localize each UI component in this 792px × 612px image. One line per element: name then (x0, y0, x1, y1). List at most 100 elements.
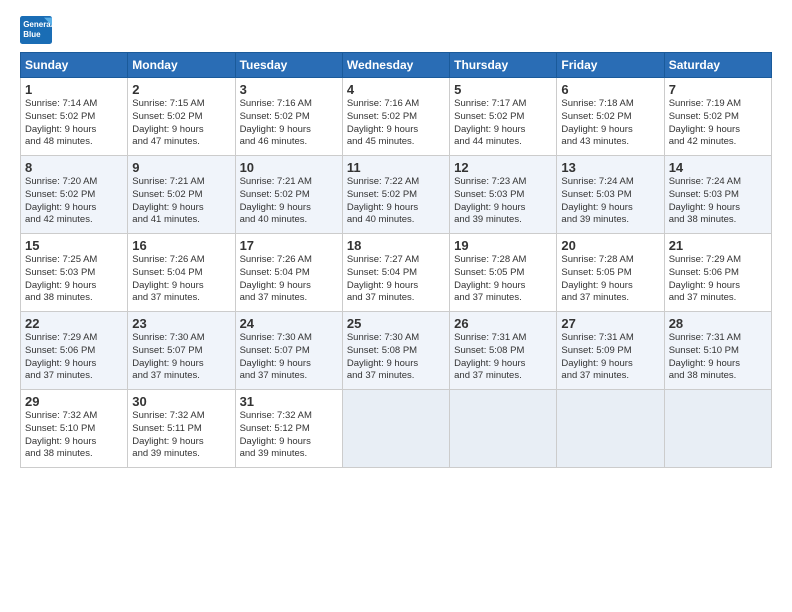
calendar-cell: 12Sunrise: 7:23 AM Sunset: 5:03 PM Dayli… (450, 156, 557, 234)
cell-data: Sunrise: 7:31 AM Sunset: 5:09 PM Dayligh… (561, 332, 659, 383)
calendar-week-row: 1Sunrise: 7:14 AM Sunset: 5:02 PM Daylig… (21, 78, 772, 156)
calendar-cell: 23Sunrise: 7:30 AM Sunset: 5:07 PM Dayli… (128, 312, 235, 390)
calendar-cell: 18Sunrise: 7:27 AM Sunset: 5:04 PM Dayli… (342, 234, 449, 312)
day-number: 18 (347, 238, 445, 253)
day-number: 9 (132, 160, 230, 175)
header-cell-friday: Friday (557, 53, 664, 78)
header-cell-thursday: Thursday (450, 53, 557, 78)
cell-data: Sunrise: 7:23 AM Sunset: 5:03 PM Dayligh… (454, 176, 552, 227)
calendar-cell: 24Sunrise: 7:30 AM Sunset: 5:07 PM Dayli… (235, 312, 342, 390)
cell-data: Sunrise: 7:16 AM Sunset: 5:02 PM Dayligh… (240, 98, 338, 149)
cell-data: Sunrise: 7:20 AM Sunset: 5:02 PM Dayligh… (25, 176, 123, 227)
calendar-cell: 29Sunrise: 7:32 AM Sunset: 5:10 PM Dayli… (21, 390, 128, 468)
calendar-cell: 31Sunrise: 7:32 AM Sunset: 5:12 PM Dayli… (235, 390, 342, 468)
calendar-cell: 19Sunrise: 7:28 AM Sunset: 5:05 PM Dayli… (450, 234, 557, 312)
day-number: 6 (561, 82, 659, 97)
calendar-table: SundayMondayTuesdayWednesdayThursdayFrid… (20, 52, 772, 468)
day-number: 28 (669, 316, 767, 331)
cell-data: Sunrise: 7:24 AM Sunset: 5:03 PM Dayligh… (561, 176, 659, 227)
cell-data: Sunrise: 7:17 AM Sunset: 5:02 PM Dayligh… (454, 98, 552, 149)
day-number: 5 (454, 82, 552, 97)
calendar-cell: 25Sunrise: 7:30 AM Sunset: 5:08 PM Dayli… (342, 312, 449, 390)
cell-data: Sunrise: 7:28 AM Sunset: 5:05 PM Dayligh… (561, 254, 659, 305)
calendar-cell: 26Sunrise: 7:31 AM Sunset: 5:08 PM Dayli… (450, 312, 557, 390)
svg-text:General: General (23, 20, 52, 29)
calendar-cell: 30Sunrise: 7:32 AM Sunset: 5:11 PM Dayli… (128, 390, 235, 468)
day-number: 13 (561, 160, 659, 175)
day-number: 7 (669, 82, 767, 97)
day-number: 15 (25, 238, 123, 253)
day-number: 24 (240, 316, 338, 331)
calendar-cell: 6Sunrise: 7:18 AM Sunset: 5:02 PM Daylig… (557, 78, 664, 156)
cell-data: Sunrise: 7:16 AM Sunset: 5:02 PM Dayligh… (347, 98, 445, 149)
day-number: 20 (561, 238, 659, 253)
calendar-cell: 11Sunrise: 7:22 AM Sunset: 5:02 PM Dayli… (342, 156, 449, 234)
header-cell-sunday: Sunday (21, 53, 128, 78)
cell-data: Sunrise: 7:31 AM Sunset: 5:10 PM Dayligh… (669, 332, 767, 383)
calendar-cell: 13Sunrise: 7:24 AM Sunset: 5:03 PM Dayli… (557, 156, 664, 234)
cell-data: Sunrise: 7:30 AM Sunset: 5:07 PM Dayligh… (132, 332, 230, 383)
day-number: 27 (561, 316, 659, 331)
day-number: 1 (25, 82, 123, 97)
cell-data: Sunrise: 7:14 AM Sunset: 5:02 PM Dayligh… (25, 98, 123, 149)
calendar-cell: 7Sunrise: 7:19 AM Sunset: 5:02 PM Daylig… (664, 78, 771, 156)
day-number: 26 (454, 316, 552, 331)
calendar-cell: 4Sunrise: 7:16 AM Sunset: 5:02 PM Daylig… (342, 78, 449, 156)
logo: General Blue (20, 16, 52, 44)
cell-data: Sunrise: 7:27 AM Sunset: 5:04 PM Dayligh… (347, 254, 445, 305)
day-number: 10 (240, 160, 338, 175)
header-cell-tuesday: Tuesday (235, 53, 342, 78)
day-number: 4 (347, 82, 445, 97)
calendar-body: 1Sunrise: 7:14 AM Sunset: 5:02 PM Daylig… (21, 78, 772, 468)
day-number: 23 (132, 316, 230, 331)
calendar-cell: 9Sunrise: 7:21 AM Sunset: 5:02 PM Daylig… (128, 156, 235, 234)
cell-data: Sunrise: 7:26 AM Sunset: 5:04 PM Dayligh… (240, 254, 338, 305)
calendar-cell (450, 390, 557, 468)
calendar-cell: 16Sunrise: 7:26 AM Sunset: 5:04 PM Dayli… (128, 234, 235, 312)
calendar-week-row: 29Sunrise: 7:32 AM Sunset: 5:10 PM Dayli… (21, 390, 772, 468)
calendar-cell: 21Sunrise: 7:29 AM Sunset: 5:06 PM Dayli… (664, 234, 771, 312)
cell-data: Sunrise: 7:32 AM Sunset: 5:11 PM Dayligh… (132, 410, 230, 461)
calendar-cell: 17Sunrise: 7:26 AM Sunset: 5:04 PM Dayli… (235, 234, 342, 312)
cell-data: Sunrise: 7:26 AM Sunset: 5:04 PM Dayligh… (132, 254, 230, 305)
calendar-cell (664, 390, 771, 468)
calendar-cell: 2Sunrise: 7:15 AM Sunset: 5:02 PM Daylig… (128, 78, 235, 156)
cell-data: Sunrise: 7:31 AM Sunset: 5:08 PM Dayligh… (454, 332, 552, 383)
calendar-week-row: 8Sunrise: 7:20 AM Sunset: 5:02 PM Daylig… (21, 156, 772, 234)
cell-data: Sunrise: 7:32 AM Sunset: 5:10 PM Dayligh… (25, 410, 123, 461)
logo-icon: General Blue (20, 16, 52, 44)
calendar-cell: 27Sunrise: 7:31 AM Sunset: 5:09 PM Dayli… (557, 312, 664, 390)
calendar-cell: 15Sunrise: 7:25 AM Sunset: 5:03 PM Dayli… (21, 234, 128, 312)
header: General Blue (20, 16, 772, 44)
calendar-week-row: 22Sunrise: 7:29 AM Sunset: 5:06 PM Dayli… (21, 312, 772, 390)
calendar-cell: 28Sunrise: 7:31 AM Sunset: 5:10 PM Dayli… (664, 312, 771, 390)
cell-data: Sunrise: 7:28 AM Sunset: 5:05 PM Dayligh… (454, 254, 552, 305)
cell-data: Sunrise: 7:15 AM Sunset: 5:02 PM Dayligh… (132, 98, 230, 149)
cell-data: Sunrise: 7:30 AM Sunset: 5:08 PM Dayligh… (347, 332, 445, 383)
svg-text:Blue: Blue (23, 30, 41, 39)
header-cell-saturday: Saturday (664, 53, 771, 78)
cell-data: Sunrise: 7:22 AM Sunset: 5:02 PM Dayligh… (347, 176, 445, 227)
calendar-cell (342, 390, 449, 468)
day-number: 30 (132, 394, 230, 409)
cell-data: Sunrise: 7:25 AM Sunset: 5:03 PM Dayligh… (25, 254, 123, 305)
calendar-cell: 20Sunrise: 7:28 AM Sunset: 5:05 PM Dayli… (557, 234, 664, 312)
calendar-cell: 22Sunrise: 7:29 AM Sunset: 5:06 PM Dayli… (21, 312, 128, 390)
day-number: 14 (669, 160, 767, 175)
calendar-cell: 1Sunrise: 7:14 AM Sunset: 5:02 PM Daylig… (21, 78, 128, 156)
calendar-cell: 5Sunrise: 7:17 AM Sunset: 5:02 PM Daylig… (450, 78, 557, 156)
day-number: 25 (347, 316, 445, 331)
cell-data: Sunrise: 7:21 AM Sunset: 5:02 PM Dayligh… (132, 176, 230, 227)
header-cell-wednesday: Wednesday (342, 53, 449, 78)
calendar-cell: 8Sunrise: 7:20 AM Sunset: 5:02 PM Daylig… (21, 156, 128, 234)
day-number: 11 (347, 160, 445, 175)
calendar-week-row: 15Sunrise: 7:25 AM Sunset: 5:03 PM Dayli… (21, 234, 772, 312)
day-number: 29 (25, 394, 123, 409)
calendar-header-row: SundayMondayTuesdayWednesdayThursdayFrid… (21, 53, 772, 78)
cell-data: Sunrise: 7:19 AM Sunset: 5:02 PM Dayligh… (669, 98, 767, 149)
cell-data: Sunrise: 7:18 AM Sunset: 5:02 PM Dayligh… (561, 98, 659, 149)
header-cell-monday: Monday (128, 53, 235, 78)
calendar-cell: 10Sunrise: 7:21 AM Sunset: 5:02 PM Dayli… (235, 156, 342, 234)
day-number: 2 (132, 82, 230, 97)
cell-data: Sunrise: 7:30 AM Sunset: 5:07 PM Dayligh… (240, 332, 338, 383)
